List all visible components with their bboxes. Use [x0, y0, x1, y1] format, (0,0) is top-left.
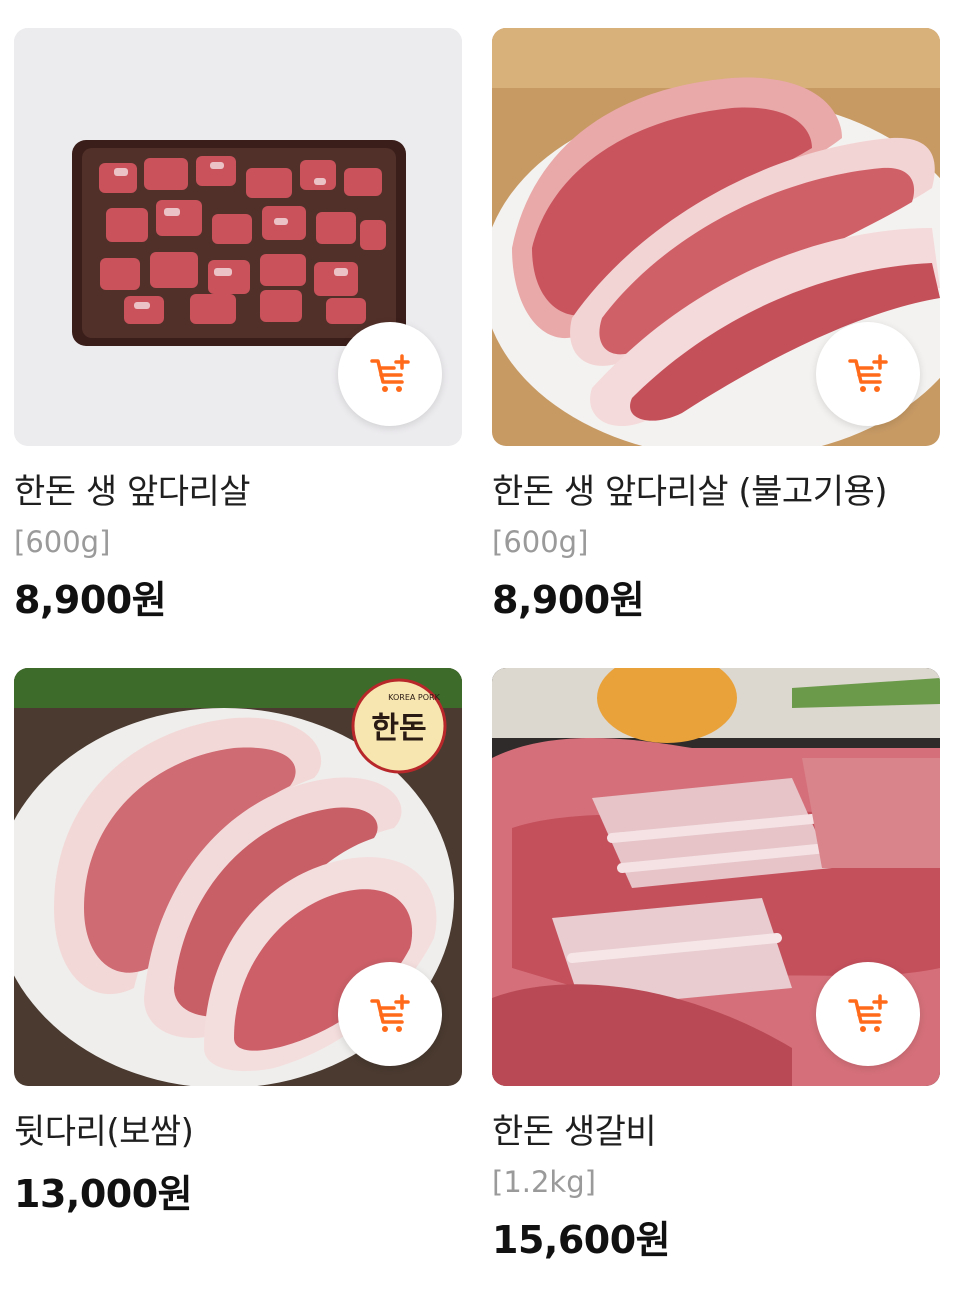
cart-plus-icon — [848, 354, 888, 392]
product-weight: [600g] — [14, 525, 111, 559]
product-image[interactable] — [492, 668, 940, 1086]
product-name[interactable]: 한돈 생 앞다리살 — [14, 468, 462, 516]
add-to-cart-button[interactable] — [816, 322, 920, 426]
product-price: 8,900원 — [492, 578, 645, 622]
add-to-cart-button[interactable] — [338, 322, 442, 426]
product-card[interactable]: 한돈 KOREA PORK 뒷다리(보쌈) 13,000원 — [14, 668, 462, 1308]
product-image[interactable]: 한돈 KOREA PORK — [14, 668, 462, 1086]
product-image[interactable] — [14, 28, 462, 446]
product-name[interactable]: 뒷다리(보쌈) — [14, 1108, 462, 1156]
product-card[interactable]: 한돈 생 앞다리살 [600g] 8,900원 — [14, 28, 462, 668]
cart-plus-icon — [370, 354, 410, 392]
product-grid: 한돈 생 앞다리살 [600g] 8,900원 한돈 생 앞다리살 (불고기용)… — [14, 28, 940, 1308]
product-card[interactable]: 한돈 생갈비 [1.2kg] 15,600원 — [492, 668, 940, 1308]
product-price: 8,900원 — [14, 578, 167, 622]
product-card[interactable]: 한돈 생 앞다리살 (불고기용) [600g] 8,900원 — [492, 28, 940, 668]
product-price: 15,600원 — [492, 1218, 671, 1262]
product-name[interactable]: 한돈 생 앞다리살 (불고기용) — [492, 468, 940, 516]
product-price: 13,000원 — [14, 1172, 193, 1216]
add-to-cart-button[interactable] — [338, 962, 442, 1066]
product-image[interactable] — [492, 28, 940, 446]
logo-text: 한돈 — [371, 711, 426, 746]
logo-subtext: KOREA PORK — [388, 693, 440, 702]
product-weight: [1.2kg] — [492, 1165, 596, 1199]
cart-plus-icon — [848, 994, 888, 1032]
cart-plus-icon — [370, 994, 410, 1032]
product-name[interactable]: 한돈 생갈비 — [492, 1108, 940, 1156]
add-to-cart-button[interactable] — [816, 962, 920, 1066]
product-weight: [600g] — [492, 525, 589, 559]
